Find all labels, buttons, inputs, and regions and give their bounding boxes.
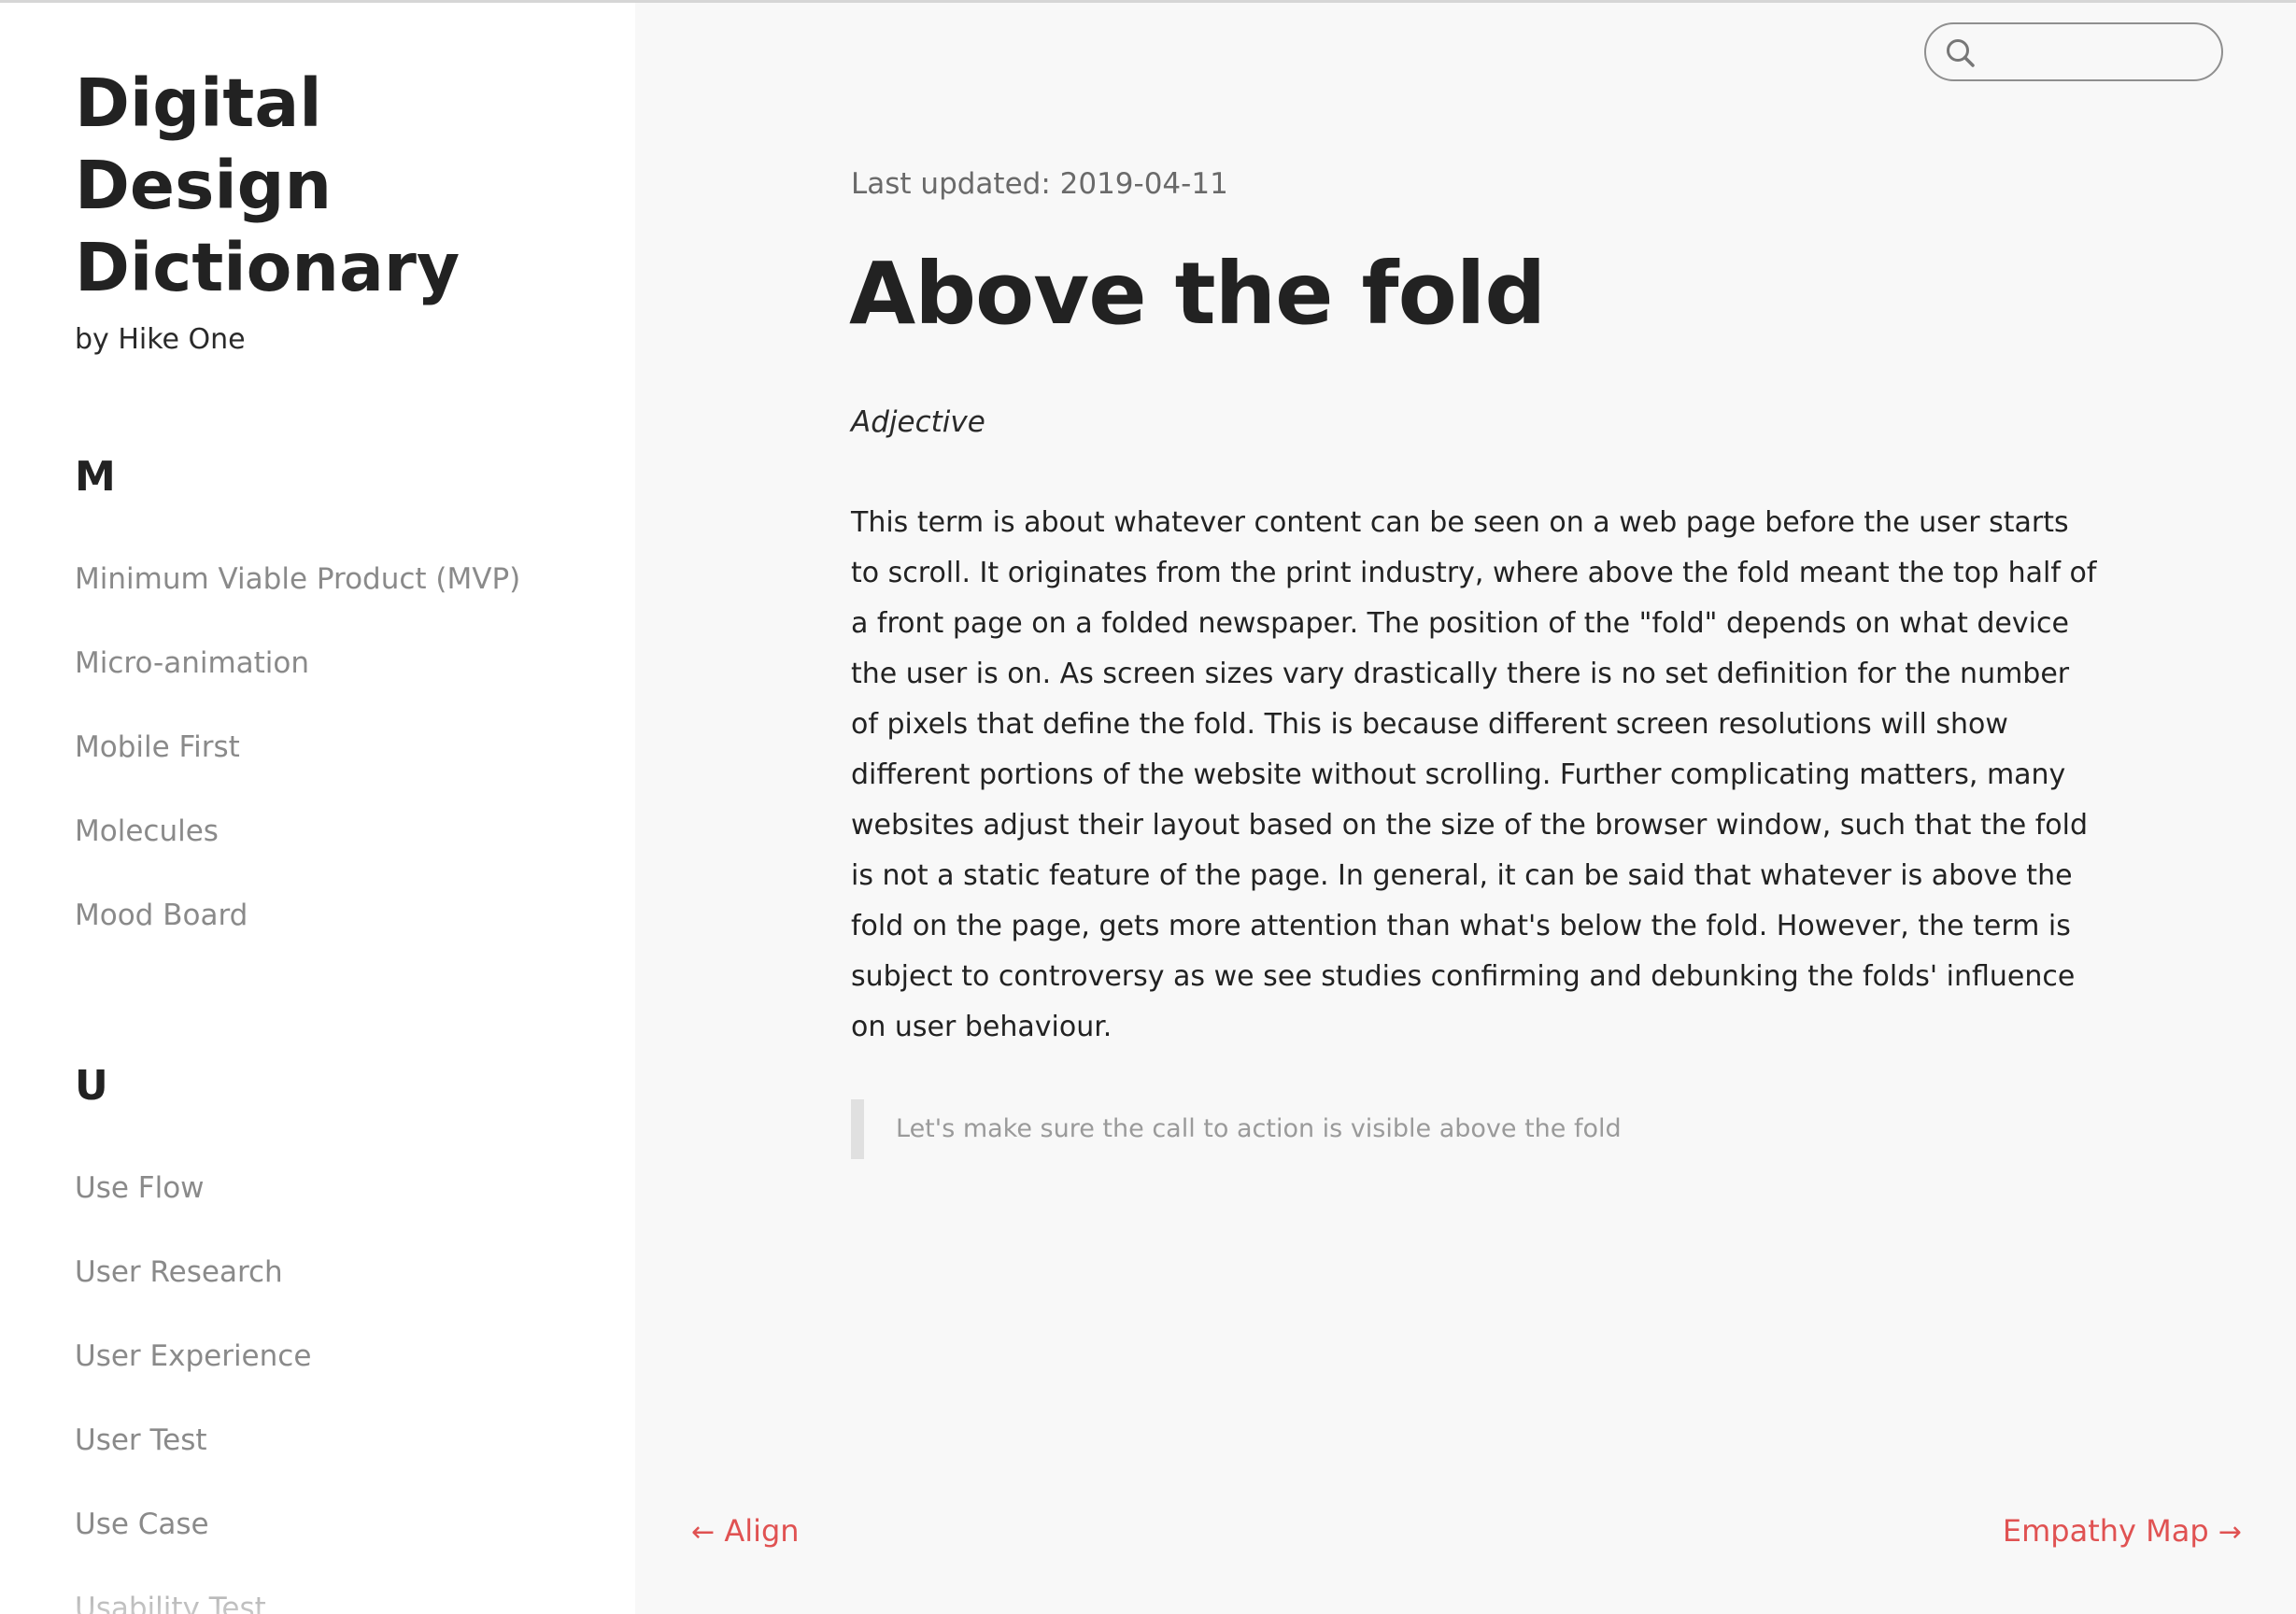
sidebar-item-mobile-first[interactable]: Mobile First [75,729,520,813]
sidebar-item-user-experience[interactable]: User Experience [75,1338,311,1422]
definition-text: This term is about whatever content can … [851,506,2097,1043]
site-byline: by Hike One [75,323,246,356]
site-title-line-3[interactable]: Dictionary [75,229,460,306]
site-title[interactable]: Digital Design Dictionary [75,63,598,309]
sidebar-item-user-test[interactable]: User Test [75,1422,311,1506]
page: Digital Design Dictionary by Hike One M … [0,0,2296,1614]
sidebar-item-user-research[interactable]: User Research [75,1253,311,1338]
last-updated: Last updated: 2019-04-11 [851,167,1228,201]
search-input[interactable] [1986,34,2201,71]
next-term-link[interactable]: Empathy Map → [2003,1510,2242,1553]
site-title-line-1[interactable]: Digital [75,64,322,142]
sidebar-item-mood-board[interactable]: Mood Board [75,897,520,981]
term-list-u: Use Flow User Research User Experience U… [75,1169,311,1614]
word-class: Adjective [851,405,985,439]
sidebar-item-usability-test[interactable]: Usability Test [75,1590,311,1614]
example-quote: Let's make sure the call to action is vi… [851,1099,1972,1159]
prev-term-label: Align [724,1513,800,1549]
letter-heading-m: M [75,453,116,501]
main-content: Last updated: 2019-04-11 Above the fold … [635,3,2296,1614]
search-box[interactable] [1924,22,2223,81]
entry-title: Above the fold [849,244,1546,344]
arrow-right-icon: → [2218,1516,2242,1549]
prev-term-link[interactable]: ← Align [691,1510,800,1553]
sidebar-item-use-flow[interactable]: Use Flow [75,1169,311,1253]
letter-heading-u: U [75,1062,108,1110]
site-title-line-2[interactable]: Design [75,147,332,224]
arrow-left-icon: ← [691,1516,716,1549]
sidebar: Digital Design Dictionary by Hike One M … [0,3,635,1614]
sidebar-item-mvp[interactable]: Minimum Viable Product (MVP) [75,560,520,644]
search-icon [1947,39,1975,67]
sidebar-item-molecules[interactable]: Molecules [75,813,520,897]
next-term-label: Empathy Map [2002,1513,2209,1549]
sidebar-item-use-case[interactable]: Use Case [75,1506,311,1590]
sidebar-item-micro-animation[interactable]: Micro-animation [75,644,520,729]
term-list-m: Minimum Viable Product (MVP) Micro-anima… [75,560,520,981]
